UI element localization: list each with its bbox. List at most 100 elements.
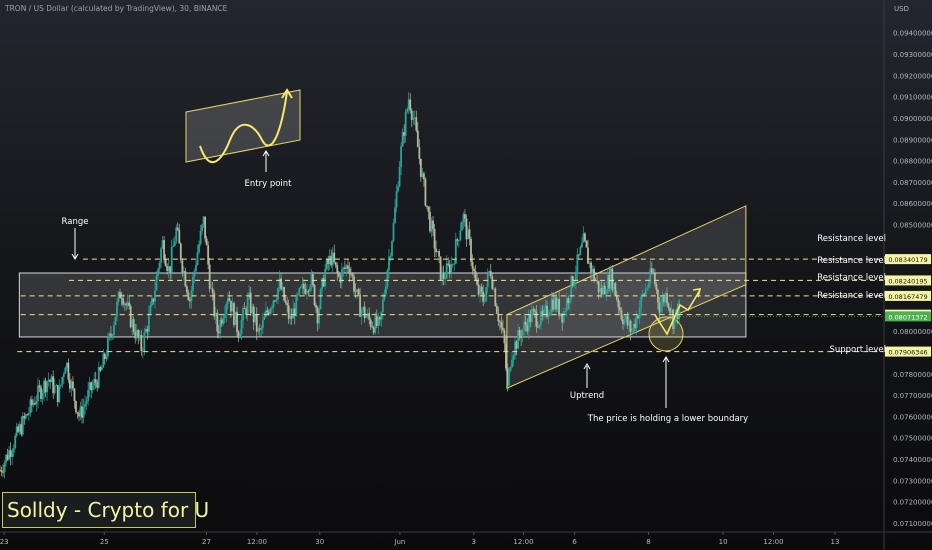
candle-body xyxy=(385,286,387,294)
candle-body xyxy=(579,247,582,255)
candle-body xyxy=(140,335,143,352)
candle-body xyxy=(483,300,486,302)
annotation-text: Uptrend xyxy=(570,391,604,401)
candle-body xyxy=(59,384,62,387)
candle-body xyxy=(114,316,117,326)
candle-body xyxy=(154,290,156,302)
candle-body xyxy=(418,147,421,159)
candle-body xyxy=(283,287,286,301)
candle-body xyxy=(394,207,396,223)
candle-body xyxy=(246,297,249,315)
x-tick-label: 12:00 xyxy=(247,538,267,546)
candle-body xyxy=(381,299,384,312)
candle-body xyxy=(581,242,583,248)
candle-body xyxy=(275,299,278,301)
y-axis[interactable]: 0.07100000 0.07200000 0.07300000 0.07400000… xyxy=(883,0,932,550)
candle-body xyxy=(508,370,510,386)
candle-body xyxy=(416,130,419,148)
candle-body xyxy=(386,270,389,287)
candle-body xyxy=(357,289,360,295)
candle-body xyxy=(11,452,14,457)
x-axis[interactable]: 23 25 27 12:00 30 Jun 3 12:00 6 8 10 12:00 13 xyxy=(0,531,932,546)
candle-body xyxy=(64,367,67,374)
candle-body xyxy=(84,403,86,407)
candle-body xyxy=(298,288,301,295)
candle-body xyxy=(67,362,70,380)
candle-body xyxy=(222,317,225,324)
candle-body xyxy=(464,214,466,219)
candle-body xyxy=(35,401,38,405)
annotation-text: Entry point xyxy=(245,179,293,189)
y-tick-label: 0.08500000 xyxy=(893,222,932,230)
candle-body xyxy=(196,252,199,265)
candle-body xyxy=(228,298,231,301)
y-tick-label: 0.07400000 xyxy=(893,456,932,464)
candle-body xyxy=(644,288,647,295)
y-tick-label: 0.07700000 xyxy=(893,392,932,400)
candle-body xyxy=(27,412,30,416)
candle-body xyxy=(619,307,621,311)
candle-body xyxy=(389,256,392,257)
candle-body xyxy=(155,275,158,291)
candle-body xyxy=(2,471,4,473)
candle-body xyxy=(617,299,620,308)
x-tick-label: 12:00 xyxy=(763,538,783,546)
candle-body xyxy=(433,228,436,249)
candle-body xyxy=(438,251,440,257)
chart-decorations xyxy=(18,88,747,408)
x-tick-label: 6 xyxy=(572,538,577,546)
candle-body xyxy=(494,288,497,306)
candle-body xyxy=(272,300,275,308)
candle-body xyxy=(509,367,512,371)
candle-body xyxy=(495,305,498,314)
candle-body xyxy=(646,287,649,289)
candle-body xyxy=(179,243,182,261)
candle-body xyxy=(269,308,272,314)
candle-body xyxy=(406,108,409,112)
candle-body xyxy=(547,315,550,317)
candle-body xyxy=(225,303,228,315)
candle-body xyxy=(173,241,176,246)
candle-body xyxy=(460,222,463,231)
candle-body xyxy=(423,173,425,180)
candle-body xyxy=(573,281,576,286)
x-tick-label: Jun xyxy=(393,538,405,546)
candle-body xyxy=(312,274,314,285)
candle-body xyxy=(530,309,533,322)
x-tick-label: 23 xyxy=(0,538,9,546)
x-tick-label: 12:00 xyxy=(513,538,533,546)
candle-body xyxy=(240,320,243,334)
candle-body xyxy=(473,268,475,272)
candle-body xyxy=(73,388,76,402)
candle-body xyxy=(474,271,477,280)
candle-body xyxy=(208,264,211,289)
candle-body xyxy=(336,265,339,274)
candle-body xyxy=(498,321,501,323)
candle-body xyxy=(445,263,448,279)
candle-body xyxy=(205,238,208,246)
candle-body xyxy=(558,299,561,316)
level-price-label: 0.08167479 xyxy=(888,293,927,301)
y-tick-label: 0.07100000 xyxy=(893,520,932,528)
candle-body xyxy=(309,286,311,292)
candle-body xyxy=(263,316,266,320)
candle-body xyxy=(427,206,430,212)
candle-body xyxy=(266,310,269,313)
candle-body xyxy=(454,239,457,264)
candle-body xyxy=(652,272,655,274)
watermark: Solldy - Crypto for U xyxy=(2,492,209,528)
candle-body xyxy=(404,111,407,136)
level-annotation: Resistance level xyxy=(817,273,886,283)
price-chart[interactable]: 0.08340179Resistance level0.08240195Resi… xyxy=(0,0,932,550)
candle-body xyxy=(409,99,412,111)
candle-body xyxy=(453,263,456,265)
y-tick-label: 0.08000000 xyxy=(893,328,932,336)
candle-body xyxy=(116,301,118,317)
candle-body xyxy=(185,286,188,293)
candle-body xyxy=(656,289,659,303)
candle-body xyxy=(392,222,395,242)
candle-body xyxy=(0,470,3,472)
candle-body xyxy=(538,324,541,328)
candle-body xyxy=(518,330,521,336)
candle-body xyxy=(426,205,428,207)
